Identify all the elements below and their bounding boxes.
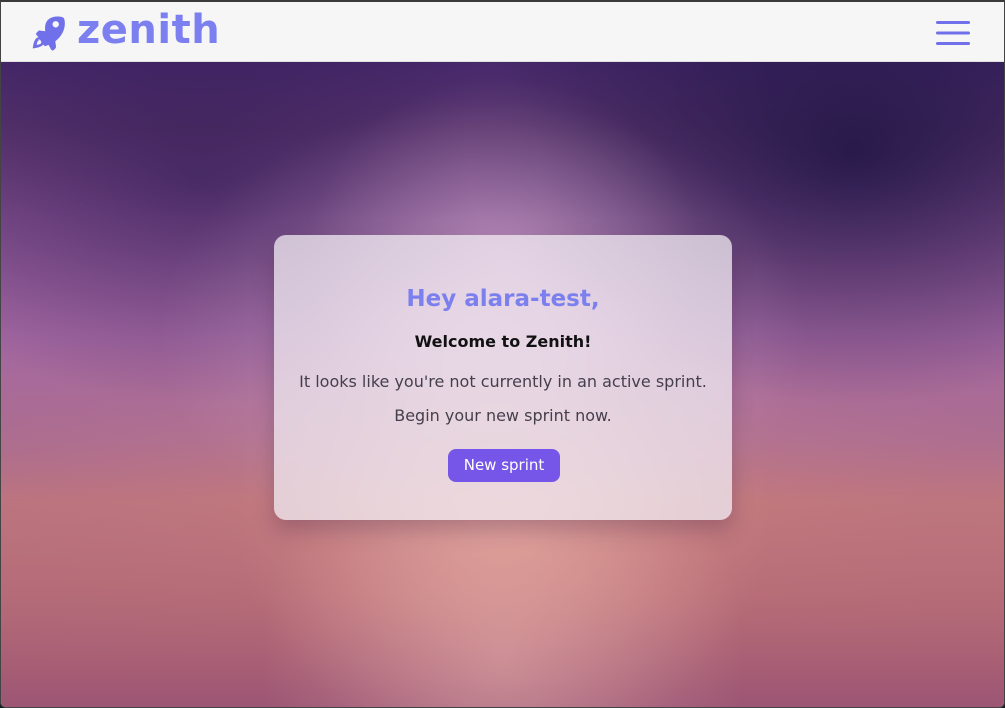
rocket-icon xyxy=(32,16,65,51)
new-sprint-button[interactable]: New sprint xyxy=(448,449,560,482)
app-window: zenith Hey alara-test, Welcome to Zenith… xyxy=(0,0,1005,708)
menu-button[interactable] xyxy=(936,20,970,46)
sprint-prompt: Begin your new sprint now. xyxy=(394,406,612,425)
hero-background: Hey alara-test, Welcome to Zenith! It lo… xyxy=(1,62,1004,707)
hamburger-menu-icon xyxy=(936,21,970,45)
welcome-card: Hey alara-test, Welcome to Zenith! It lo… xyxy=(274,235,732,520)
status-message: It looks like you're not currently in an… xyxy=(299,372,707,391)
greeting-heading: Hey alara-test, xyxy=(406,286,600,312)
brand-name: zenith xyxy=(77,7,221,53)
brand-link[interactable]: zenith xyxy=(29,9,220,55)
welcome-subtitle: Welcome to Zenith! xyxy=(414,332,592,351)
top-navbar: zenith xyxy=(1,2,1004,62)
